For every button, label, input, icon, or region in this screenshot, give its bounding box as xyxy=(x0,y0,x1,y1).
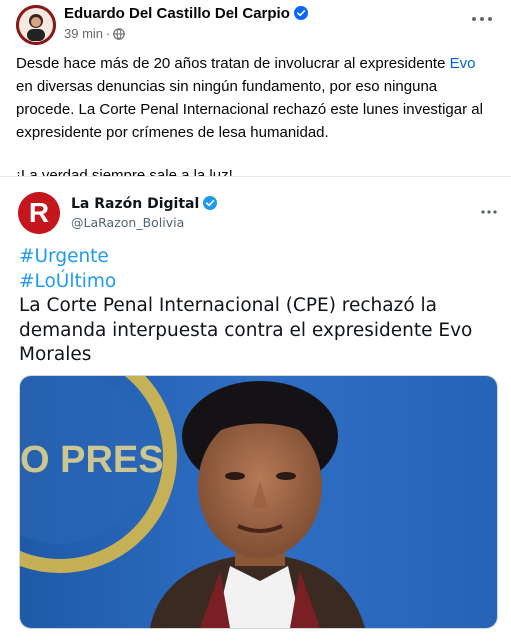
hashtag-loultimo[interactable]: #LoÚltimo xyxy=(19,270,489,295)
hashtag-urgente[interactable]: #Urgente xyxy=(19,245,489,270)
tweet-author-name-text[interactable]: La Razón Digital xyxy=(71,196,199,212)
verified-badge-icon xyxy=(293,6,308,20)
more-options-icon[interactable] xyxy=(480,203,498,214)
author-name[interactable]: Eduardo Del Castillo Del Carpio xyxy=(64,5,308,22)
seal-lettering: O PRES xyxy=(20,439,164,481)
evo-link[interactable]: Evo xyxy=(450,55,476,72)
facebook-post: Eduardo Del Castillo Del Carpio 39 min · … xyxy=(0,0,511,641)
more-options-icon[interactable] xyxy=(470,12,494,24)
shared-tweet-card[interactable]: R La Razón Digital @LaRazon_Bolivia #Urg… xyxy=(0,176,511,641)
verified-badge-icon xyxy=(203,196,218,210)
post-text-end: en diversas denuncias sin ningún fundame… xyxy=(16,78,483,141)
avatar-letter: R xyxy=(29,197,49,228)
tweet-author-name[interactable]: La Razón Digital xyxy=(71,196,218,212)
post-body: Desde hace más de 20 años tratan de invo… xyxy=(16,52,491,187)
tweet-author-avatar[interactable]: R xyxy=(18,192,60,234)
tweet-body: #Urgente #LoÚltimo La Corte Penal Intern… xyxy=(19,245,489,368)
tweet-headline: La Corte Penal Internacional (CPE) recha… xyxy=(19,295,473,365)
globe-icon[interactable] xyxy=(113,28,126,40)
post-time[interactable]: 39 min xyxy=(64,26,103,41)
post-text-start: Desde hace más de 20 años tratan de invo… xyxy=(16,55,450,72)
author-name-text[interactable]: Eduardo Del Castillo Del Carpio xyxy=(64,5,290,22)
post-meta: 39 min · xyxy=(64,26,126,41)
meta-separator: · xyxy=(106,26,111,41)
author-avatar[interactable] xyxy=(16,5,56,45)
tweet-author-handle[interactable]: @LaRazon_Bolivia xyxy=(71,215,184,230)
tweet-photo[interactable]: O PRES xyxy=(19,375,498,629)
post-paragraph: Desde hace más de 20 años tratan de invo… xyxy=(16,52,491,144)
